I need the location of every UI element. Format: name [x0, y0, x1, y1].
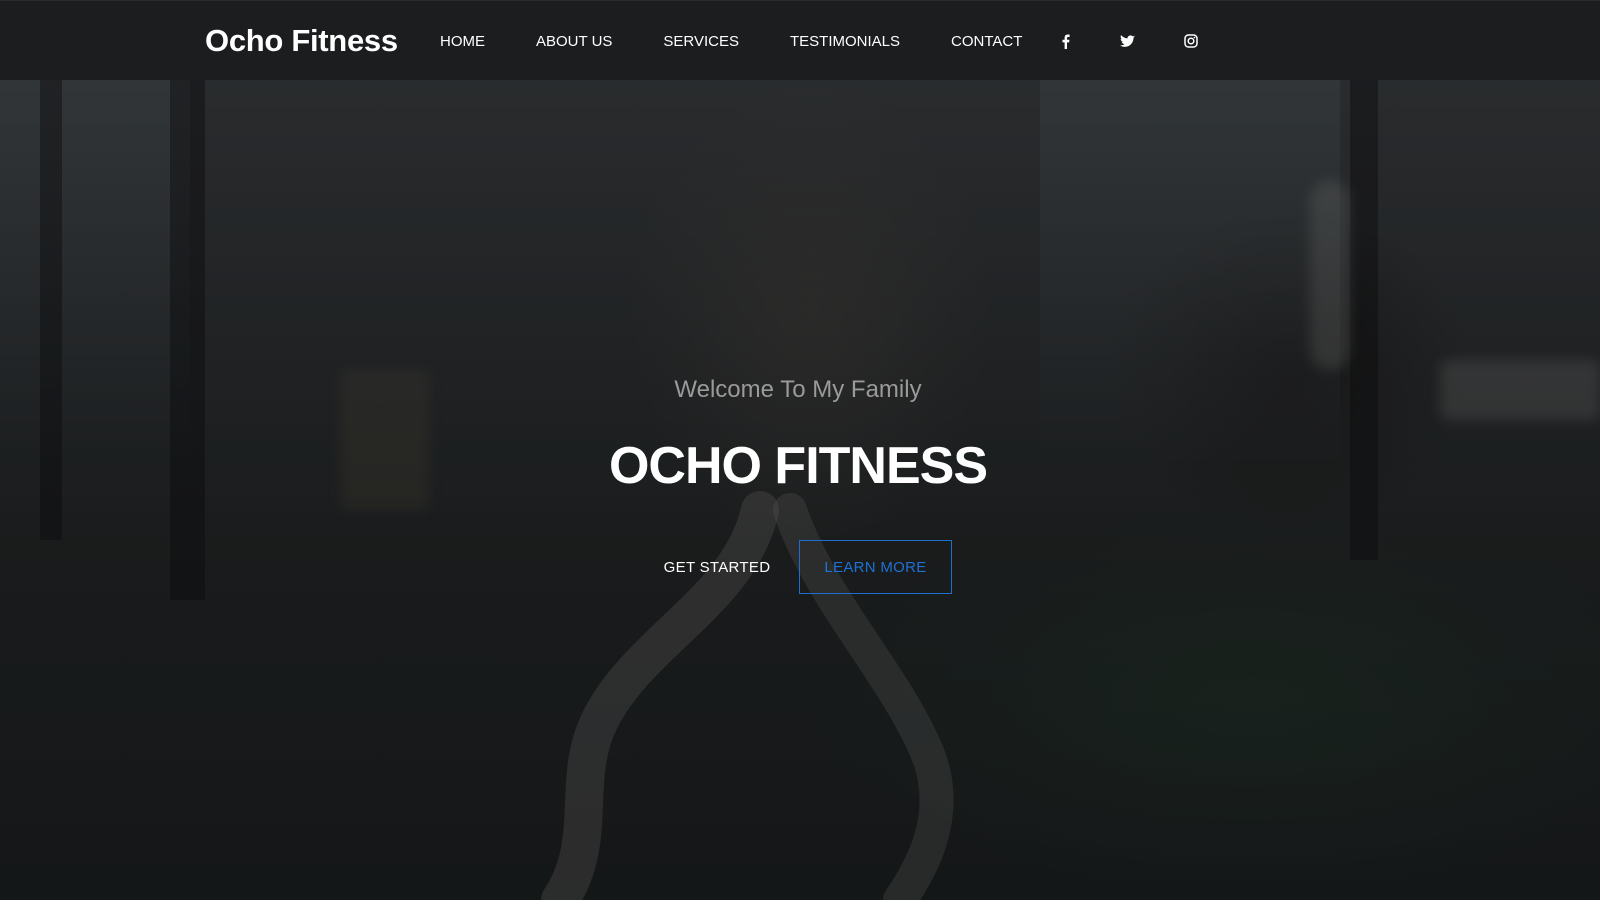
facebook-link[interactable]	[1050, 1, 1080, 81]
main-nav: HOME ABOUT US SERVICES TESTIMONIALS CONT…	[440, 1, 1073, 81]
nav-link-testimonials[interactable]: TESTIMONIALS	[790, 33, 900, 50]
top-navbar: Ocho Fitness HOME ABOUT US SERVICES TEST…	[0, 0, 1600, 80]
facebook-icon	[1061, 34, 1070, 49]
twitter-link[interactable]	[1112, 1, 1142, 81]
learn-more-button[interactable]: LEARN MORE	[799, 540, 952, 594]
hero-section: Welcome To My Family OCHO FITNESS GET ST…	[0, 80, 1600, 900]
twitter-icon	[1119, 34, 1135, 48]
brand-logo[interactable]: Ocho Fitness	[205, 21, 398, 61]
instagram-icon	[1184, 34, 1198, 48]
instagram-link[interactable]	[1176, 1, 1206, 81]
nav-link-home[interactable]: HOME	[440, 33, 485, 50]
hero-title: OCHO FITNESS	[608, 437, 988, 495]
get-started-button[interactable]: GET STARTED	[640, 540, 794, 594]
nav-link-services[interactable]: SERVICES	[663, 33, 739, 50]
hero-subtitle: Welcome To My Family	[674, 376, 922, 403]
nav-link-contact[interactable]: CONTACT	[951, 33, 1022, 50]
nav-link-about-us[interactable]: ABOUT US	[536, 33, 612, 50]
